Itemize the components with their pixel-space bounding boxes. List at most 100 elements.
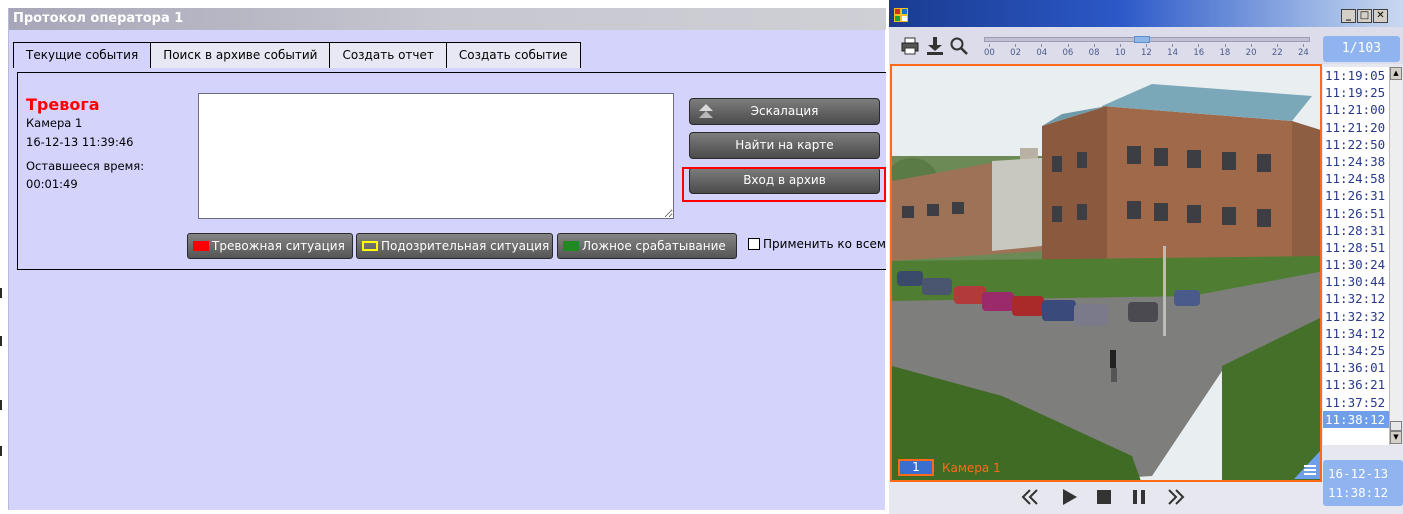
scroll-down-icon[interactable]: ▼	[1390, 431, 1402, 444]
time-list-item[interactable]: 11:36:01	[1323, 359, 1389, 376]
time-list-item[interactable]: 11:28:31	[1323, 222, 1389, 239]
time-list-item[interactable]: 11:21:00	[1323, 101, 1389, 118]
camera-video-frame[interactable]: 1 Камера 1	[890, 64, 1322, 482]
false-alarm-button[interactable]: Ложное срабатывание	[557, 233, 737, 259]
alarm-situation-button[interactable]: Тревожная ситуация	[187, 233, 353, 259]
menu-icon[interactable]	[1294, 451, 1320, 479]
close-button[interactable]: ✕	[1373, 9, 1388, 23]
timeline-tick-label: 08	[1088, 48, 1100, 58]
timeline-tick-label: 22	[1271, 48, 1283, 58]
time-list-item[interactable]: 11:30:24	[1323, 256, 1389, 273]
date-value: 16-12-13	[1328, 466, 1389, 481]
escalation-arrow-icon	[699, 104, 713, 118]
apply-to-all-checkbox[interactable]	[748, 238, 760, 250]
timeline-tick-mark	[1041, 44, 1043, 47]
alarm-camera: Камера 1	[26, 116, 83, 130]
play-icon[interactable]	[1059, 488, 1079, 506]
tab-current-events[interactable]: Текущие события	[13, 42, 152, 68]
apply-to-all-option[interactable]: Применить ко всем	[748, 237, 886, 251]
time-list-item[interactable]: 11:28:51	[1323, 239, 1389, 256]
timeline-tick-mark	[1198, 44, 1200, 47]
date-time-display: 16-12-13 11:38:12	[1323, 460, 1403, 506]
apply-to-all-label: Применить ко всем	[763, 237, 886, 251]
time-list-item[interactable]: 11:36:21	[1323, 376, 1389, 393]
scroll-up-icon[interactable]: ▲	[1390, 67, 1402, 80]
event-time-list: 11:19:05 11:19:25 11:21:00 11:21:20 11:22:50…	[1323, 67, 1389, 445]
escalation-label: Эскалация	[750, 104, 819, 118]
maximize-button[interactable]: □	[1357, 9, 1372, 23]
camera-name-label: Камера 1	[942, 461, 1001, 475]
false-alarm-label: Ложное срабатывание	[582, 239, 726, 253]
stop-icon[interactable]	[1094, 488, 1114, 506]
time-list-item[interactable]: 11:26:31	[1323, 187, 1389, 204]
video-player-window: _ □ ✕ 00 02 04 06 08 10 12 14 16 18 20 22 24 1/103	[889, 0, 1403, 514]
time-list-item[interactable]: 11:21:20	[1323, 119, 1389, 136]
rewind-icon[interactable]	[1019, 488, 1039, 506]
operator-protocol-window: Протокол оператора 1 Текущие события Пои…	[8, 8, 886, 510]
timeline-tick-mark	[1303, 44, 1304, 47]
app-icon	[894, 8, 908, 22]
time-list-item[interactable]: 11:32:12	[1323, 290, 1389, 307]
red-swatch-icon	[193, 241, 209, 251]
tab-create-report[interactable]: Создать отчет	[329, 42, 447, 68]
find-on-map-button[interactable]: Найти на карте	[689, 132, 880, 159]
timeline-thumb[interactable]	[1134, 36, 1151, 43]
camera-image	[892, 66, 1320, 480]
timeline-tick-label: 20	[1245, 48, 1257, 58]
window-title: Протокол оператора 1	[9, 8, 886, 30]
timeline-tick-mark	[1015, 44, 1017, 47]
time-list-item[interactable]: 11:37:52	[1323, 394, 1389, 411]
search-icon[interactable]	[949, 36, 969, 56]
timeline-tick-label: 00	[984, 48, 995, 58]
comment-textarea[interactable]	[198, 93, 674, 219]
suspicious-situation-button[interactable]: Подозрительная ситуация	[356, 233, 553, 259]
timeline-tick-mark	[1067, 44, 1069, 47]
tab-bar: Текущие события Поиск в архиве событий С…	[13, 42, 581, 68]
scroll-thumb[interactable]	[1390, 421, 1402, 431]
time-list-item[interactable]: 11:24:58	[1323, 170, 1389, 187]
camera-number-badge: 1	[898, 459, 934, 476]
timeline-tick-label: 04	[1036, 48, 1048, 58]
download-icon[interactable]	[925, 36, 945, 56]
forward-icon[interactable]	[1167, 488, 1187, 506]
remaining-time-value: 00:01:49	[26, 177, 78, 191]
time-list-item[interactable]: 11:19:25	[1323, 84, 1389, 101]
time-list-item[interactable]: 11:38:12	[1323, 410, 1389, 428]
timeline-tick-label: 14	[1167, 48, 1178, 58]
edge-marker	[0, 288, 2, 298]
alarm-situation-label: Тревожная ситуация	[212, 239, 345, 253]
time-list-item[interactable]: 11:22:50	[1323, 136, 1389, 153]
time-list-item[interactable]: 11:32:32	[1323, 308, 1389, 325]
remaining-time-label: Оставшееся время:	[26, 159, 145, 173]
edge-marker	[0, 446, 2, 456]
time-list-item[interactable]: 11:24:38	[1323, 153, 1389, 170]
alarm-datetime: 16-12-13 11:39:46	[26, 135, 134, 149]
tab-archive-search[interactable]: Поиск в архиве событий	[150, 42, 331, 68]
time-list-scrollbar[interactable]: ▲ ▼	[1389, 67, 1402, 445]
tab-create-event[interactable]: Создать событие	[445, 42, 581, 68]
page-counter: 1/103	[1323, 36, 1400, 62]
time-list-item[interactable]: 11:26:51	[1323, 205, 1389, 222]
time-list-item[interactable]: 11:30:44	[1323, 273, 1389, 290]
green-swatch-icon	[563, 241, 579, 251]
timeline-tick-mark	[1172, 44, 1174, 47]
timeline-tick-mark	[1250, 44, 1252, 47]
timeline-tick-label: 16	[1193, 48, 1205, 58]
escalation-button[interactable]: Эскалация	[689, 98, 880, 125]
timeline-slider[interactable]: 00 02 04 06 08 10 12 14 16 18 20 22 24	[984, 35, 1310, 63]
timeline-tick-mark	[1146, 44, 1147, 47]
printer-icon[interactable]	[900, 36, 920, 56]
suspicious-situation-label: Подозрительная ситуация	[381, 239, 550, 253]
pause-icon[interactable]	[1129, 488, 1149, 506]
time-list-item[interactable]: 11:34:12	[1323, 325, 1389, 342]
timeline-tick-label: 10	[1114, 48, 1126, 58]
timeline-tick-label: 18	[1219, 48, 1231, 58]
edge-marker	[0, 336, 2, 346]
minimize-button[interactable]: _	[1341, 9, 1356, 23]
timeline-tick-mark	[989, 44, 990, 47]
timeline-tick-mark	[1224, 44, 1226, 47]
time-list-item[interactable]: 11:19:05	[1323, 67, 1389, 84]
edge-marker	[0, 400, 2, 410]
timeline-tick-label: 02	[1010, 48, 1021, 58]
time-list-item[interactable]: 11:34:25	[1323, 342, 1389, 359]
